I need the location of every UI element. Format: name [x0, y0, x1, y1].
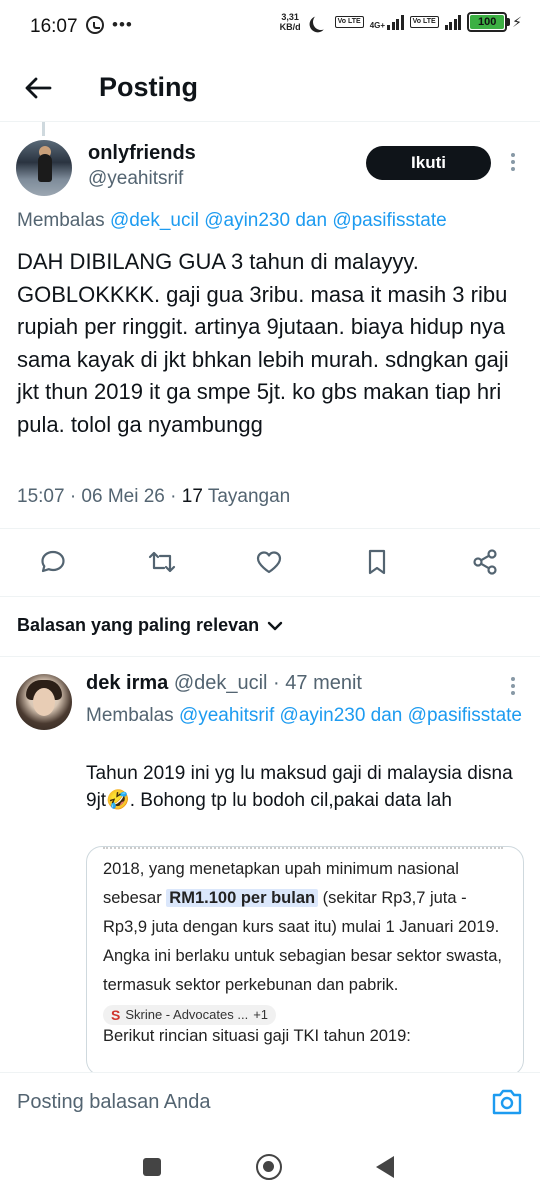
- post-meta: 15:07 · 06 Mei 26 · 17 Tayangan: [17, 486, 290, 508]
- thread-line: [42, 122, 45, 136]
- share-button[interactable]: [469, 546, 501, 578]
- status-bar: 16:07 ••• 3,31 KB/d Vo LTE 4G+ Vo LTE 10…: [0, 0, 540, 56]
- system-back-button[interactable]: [376, 1156, 394, 1178]
- divider: [0, 596, 540, 597]
- mention-link[interactable]: @pasifisstate: [332, 210, 446, 231]
- post-text: DAH DIBILANG GUA 3 tahun di malayyy. GOB…: [17, 249, 509, 437]
- follow-button[interactable]: Ikuti: [366, 146, 491, 180]
- mention-link[interactable]: @ayin230: [280, 705, 366, 726]
- replying-to: Membalas @dek_ucil @ayin230 dan @pasifis…: [17, 210, 447, 231]
- charging-icon: ⚡: [512, 13, 522, 30]
- reply-text: Tahun 2019 ini yg lu maksud gaji di mala…: [86, 763, 513, 811]
- reply-sort-label: Balasan yang paling relevan: [17, 615, 260, 635]
- image-text: 2018, yang menetapkan upah minimum nasio…: [103, 860, 502, 1025]
- reply-image[interactable]: 2018, yang menetapkan upah minimum nasio…: [86, 846, 524, 1076]
- reply-handle-time: @dek_ucil · 47 menit: [168, 672, 362, 694]
- reply-more-options-icon[interactable]: [503, 672, 523, 700]
- volte-icon-2: Vo LTE: [409, 16, 439, 28]
- views-count: 17: [181, 486, 203, 507]
- recents-button[interactable]: [143, 1158, 161, 1176]
- more-options-icon[interactable]: [503, 148, 523, 176]
- views-label: Tayangan: [202, 486, 291, 507]
- battery-icon: 100 ⚡: [467, 12, 522, 32]
- heart-icon: [256, 551, 282, 574]
- divider: [0, 528, 540, 529]
- highlighted-text: RM1.100 per bulan: [166, 889, 319, 907]
- image-text-2: Berikut rincian situasi gaji TKI tahun 2…: [103, 1027, 411, 1045]
- battery-level: 100: [470, 15, 505, 29]
- reply-replying-to: Membalas @yeahitsrif @ayin230 dan @pasif…: [86, 705, 522, 726]
- mention-link[interactable]: @yeahitsrif: [179, 705, 274, 726]
- mention-link[interactable]: @dek_ucil: [110, 210, 199, 231]
- camera-button[interactable]: [490, 1087, 524, 1117]
- camera-icon: [492, 1089, 522, 1115]
- dnd-moon-icon: [310, 12, 331, 33]
- author-handle[interactable]: @yeahitsrif: [88, 168, 183, 190]
- source-logo-icon: S: [111, 1006, 121, 1023]
- network-speed: 3,31 KB/d: [279, 12, 301, 32]
- system-nav-bar: [0, 1134, 540, 1200]
- share-icon: [473, 549, 497, 575]
- like-button[interactable]: [253, 546, 285, 578]
- reply-sort-dropdown[interactable]: Balasan yang paling relevan: [17, 615, 283, 636]
- page-title: Posting: [99, 72, 198, 102]
- reply-compose-bar[interactable]: Posting balasan Anda: [0, 1072, 540, 1134]
- mention-link[interactable]: @ayin230: [204, 210, 290, 231]
- reply-avatar[interactable]: [16, 674, 72, 730]
- back-button[interactable]: [20, 70, 56, 106]
- bookmark-button[interactable]: [361, 546, 393, 578]
- status-time: 16:07: [30, 16, 78, 37]
- more-notifications-icon: •••: [112, 15, 133, 34]
- repost-button[interactable]: [146, 546, 178, 578]
- chevron-down-icon: [267, 621, 283, 630]
- whatsapp-icon: [86, 16, 104, 34]
- reply-input[interactable]: Posting balasan Anda: [17, 1091, 211, 1114]
- post-actions: [0, 540, 540, 584]
- reply-display-name: dek irma: [86, 672, 169, 694]
- signal-icon: [444, 14, 462, 30]
- avatar[interactable]: [16, 140, 72, 196]
- top-app-bar: Posting: [0, 56, 540, 122]
- repost-icon: [148, 551, 176, 573]
- volte-icon: Vo LTE: [334, 16, 364, 28]
- source-chip: S Skrine - Advocates ... +1: [103, 1004, 277, 1025]
- reply-author[interactable]: dek irma @dek_ucil · 47 menit: [86, 672, 362, 695]
- post-timestamp[interactable]: 15:07 · 06 Mei 26 ·: [17, 486, 182, 507]
- signal-4g-icon: 4G+: [370, 14, 404, 30]
- bookmark-icon: [368, 549, 386, 575]
- mention-link[interactable]: @pasifisstate: [408, 705, 522, 726]
- divider: [0, 656, 540, 657]
- comment-icon: [41, 550, 65, 573]
- reply-button[interactable]: [37, 546, 69, 578]
- arrow-left-icon: [25, 77, 52, 99]
- home-button[interactable]: [256, 1154, 282, 1180]
- author-display-name[interactable]: onlyfriends: [88, 142, 196, 165]
